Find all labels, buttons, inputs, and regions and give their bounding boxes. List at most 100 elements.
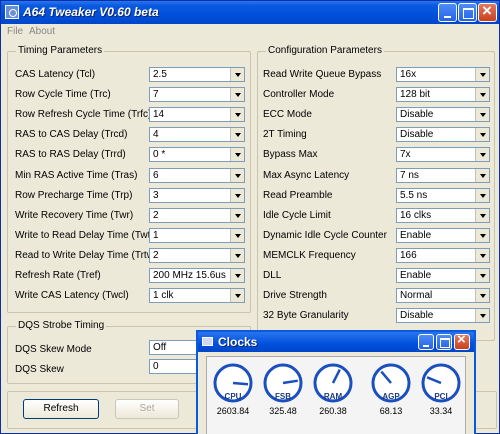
chevron-down-icon[interactable] xyxy=(230,228,244,242)
timing-select-cas-latency-tcl[interactable]: 2.5 xyxy=(149,67,245,82)
maximize-button[interactable] xyxy=(458,3,477,22)
chevron-down-icon[interactable] xyxy=(475,108,489,122)
gauge-value: 325.48 xyxy=(269,406,297,416)
minimize-button[interactable] xyxy=(438,3,457,22)
chevron-down-icon[interactable] xyxy=(230,269,244,282)
timing-select-write-cas-latency-twcl[interactable]: 1 clk xyxy=(149,288,245,304)
config-value-controller-mode: 128 bit xyxy=(400,89,431,101)
window-title: A64 Tweaker V0.60 beta xyxy=(23,5,159,19)
app-icon[interactable] xyxy=(5,5,19,19)
timing-label-read-to-write-delay-time-trtw: Read to Write Delay Time (Trtw) xyxy=(15,249,158,261)
timing-select-refresh-rate-tref[interactable]: 200 MHz 15.6us xyxy=(149,268,245,283)
config-label-idle-cycle-limit: Idle Cycle Limit xyxy=(263,209,331,221)
dqs-skew-mode-value: Off xyxy=(153,342,167,353)
chevron-down-icon[interactable] xyxy=(230,248,244,262)
config-label-read-preamble: Read Preamble xyxy=(263,189,333,201)
timing-value-write-to-read-delay-time-twtr: 1 xyxy=(153,229,159,241)
menu-file[interactable]: File xyxy=(7,26,23,37)
chevron-down-icon[interactable] xyxy=(475,128,489,142)
gauge-label: CPU xyxy=(224,392,242,401)
config-select-bypass-max[interactable]: 7x xyxy=(396,147,490,163)
config-select-memclk-frequency[interactable]: 166 xyxy=(396,247,490,263)
chevron-down-icon[interactable] xyxy=(230,168,244,182)
timing-select-write-to-read-delay-time-twtr[interactable]: 1 xyxy=(149,227,245,243)
config-value-read-write-queue-bypass: 16x xyxy=(400,69,417,80)
timing-select-row-cycle-time-trc[interactable]: 7 xyxy=(149,87,245,103)
clocks-minimize-button[interactable] xyxy=(418,334,434,350)
gauge-pci: PCI 33.34 xyxy=(420,362,462,434)
config-select-drive-strength[interactable]: Normal xyxy=(396,288,490,304)
chevron-down-icon[interactable] xyxy=(475,208,489,222)
clocks-close-button[interactable] xyxy=(454,331,470,350)
config-value-max-async-latency: 7 ns xyxy=(400,169,419,181)
chevron-down-icon[interactable] xyxy=(230,128,244,142)
config-select-max-async-latency[interactable]: 7 ns xyxy=(396,167,490,183)
chevron-down-icon[interactable] xyxy=(230,208,244,222)
timing-label-write-cas-latency-twcl: Write CAS Latency (Twcl) xyxy=(15,290,129,302)
timing-value-read-to-write-delay-time-trtw: 2 xyxy=(153,249,159,261)
menu-about[interactable]: About xyxy=(29,26,55,37)
chevron-down-icon[interactable] xyxy=(230,188,244,202)
timing-select-ras-to-cas-delay-trcd[interactable]: 4 xyxy=(149,127,245,143)
chevron-down-icon[interactable] xyxy=(230,289,244,303)
chevron-down-icon[interactable] xyxy=(475,248,489,262)
gauge-value: 33.34 xyxy=(429,406,453,416)
config-value-dll: Enable xyxy=(400,270,432,281)
dqs-strobe-timing-legend: DQS Strobe Timing xyxy=(16,320,107,331)
close-button[interactable] xyxy=(478,1,497,22)
chevron-down-icon[interactable] xyxy=(230,68,244,81)
config-label-32-byte-granularity: 32 Byte Granularity xyxy=(263,310,349,322)
chevron-down-icon[interactable] xyxy=(475,68,489,81)
chevron-down-icon[interactable] xyxy=(475,168,489,182)
gauge-agp: AGP 68.13 xyxy=(370,362,412,434)
config-select-2t-timing[interactable]: Disable xyxy=(396,127,490,143)
config-select-dll[interactable]: Enable xyxy=(396,268,490,283)
timing-label-write-to-read-delay-time-twtr: Write to Read Delay Time (Twtr) xyxy=(15,229,158,241)
refresh-button[interactable]: Refresh xyxy=(23,399,99,419)
timing-parameters-legend: Timing Parameters xyxy=(16,45,105,56)
timing-select-ras-to-ras-delay-trrd[interactable]: 0 * xyxy=(149,147,245,163)
timing-value-row-cycle-time-trc: 7 xyxy=(153,89,159,101)
config-value-read-preamble: 5.5 ns xyxy=(400,189,428,201)
chevron-down-icon[interactable] xyxy=(475,148,489,162)
chevron-down-icon[interactable] xyxy=(230,148,244,162)
config-select-dynamic-idle-cycle-counter[interactable]: Enable xyxy=(396,227,490,243)
config-select-idle-cycle-limit[interactable]: 16 clks xyxy=(396,207,490,223)
dqs-skew-mode-label: DQS Skew Mode xyxy=(15,344,92,355)
timing-select-write-recovery-time-twr[interactable]: 2 xyxy=(149,207,245,223)
config-select-ecc-mode[interactable]: Disable xyxy=(396,107,490,123)
config-select-read-preamble[interactable]: 5.5 ns xyxy=(396,187,490,203)
config-value-dynamic-idle-cycle-counter: Enable xyxy=(400,229,432,241)
clocks-app-icon[interactable] xyxy=(202,337,213,346)
chevron-down-icon[interactable] xyxy=(475,269,489,282)
timing-select-row-refresh-cycle-time-trfc[interactable]: 14 xyxy=(149,107,245,123)
configuration-parameters-legend: Configuration Parameters xyxy=(266,45,384,56)
timing-select-min-ras-active-time-tras[interactable]: 6 xyxy=(149,167,245,183)
config-value-memclk-frequency: 166 xyxy=(400,249,417,261)
chevron-down-icon[interactable] xyxy=(230,108,244,122)
config-label-controller-mode: Controller Mode xyxy=(263,89,335,101)
chevron-down-icon[interactable] xyxy=(475,88,489,102)
chevron-down-icon[interactable] xyxy=(475,188,489,202)
chevron-down-icon[interactable] xyxy=(475,309,489,323)
config-select-controller-mode[interactable]: 128 bit xyxy=(396,87,490,103)
timing-value-write-recovery-time-twr: 2 xyxy=(153,209,159,221)
config-value-bypass-max: 7x xyxy=(400,149,411,161)
dqs-skew-value: 0 xyxy=(153,361,159,372)
set-button[interactable]: Set xyxy=(115,399,179,419)
timing-select-read-to-write-delay-time-trtw[interactable]: 2 xyxy=(149,247,245,263)
timing-select-row-precharge-time-trp[interactable]: 3 xyxy=(149,187,245,203)
timing-label-row-cycle-time-trc: Row Cycle Time (Trc) xyxy=(15,89,111,101)
title-bar[interactable]: A64 Tweaker V0.60 beta xyxy=(1,1,499,24)
clocks-title: Clocks xyxy=(218,335,258,349)
clocks-title-bar[interactable]: Clocks xyxy=(198,331,474,352)
clocks-maximize-button[interactable] xyxy=(436,334,452,350)
chevron-down-icon[interactable] xyxy=(230,88,244,102)
config-select-32-byte-granularity[interactable]: Disable xyxy=(396,308,490,324)
config-value-ecc-mode: Disable xyxy=(400,109,434,121)
gauge-label: RAM xyxy=(323,392,343,401)
timing-label-row-precharge-time-trp: Row Precharge Time (Trp) xyxy=(15,189,133,201)
config-select-read-write-queue-bypass[interactable]: 16x xyxy=(396,67,490,82)
chevron-down-icon[interactable] xyxy=(475,289,489,303)
chevron-down-icon[interactable] xyxy=(475,228,489,242)
